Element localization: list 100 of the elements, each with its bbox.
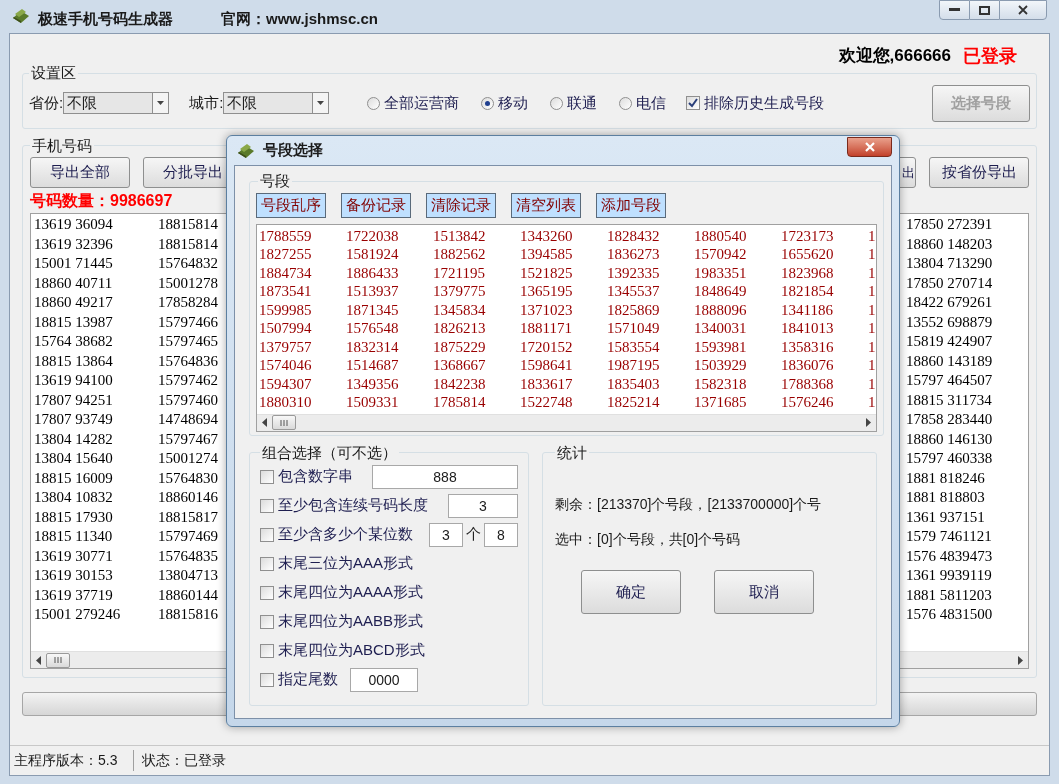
left-arrow-icon [262, 418, 267, 427]
segment-cell-text: 1368667 [433, 356, 487, 375]
stats-text: 剩余：[213370]个号段，[2133700000]个号 [555, 495, 823, 514]
close-button[interactable] [847, 136, 892, 157]
toolbar-button[interactable]: 清空列表 [511, 192, 581, 218]
input-field[interactable]: 3 [448, 493, 518, 518]
radio-button[interactable] [619, 96, 633, 110]
minimize-button[interactable] [939, 0, 970, 20]
segment-cell-text: 1507994 [259, 319, 313, 338]
phone-number: 18860144 [158, 585, 219, 605]
input-field[interactable]: 3 [429, 522, 463, 547]
welcome-text: 欢迎您,666666 [838, 45, 951, 68]
phone-number: 15797460 [158, 390, 219, 410]
phone-number: 1881 818803 [906, 488, 986, 507]
segment-cell-text: 1340031 [694, 319, 748, 338]
phone-number: 15764830 [158, 468, 219, 488]
group-title: 号段 [259, 171, 291, 191]
phone-number: 13804 10832 [34, 488, 114, 507]
close-icon [1018, 5, 1028, 15]
phone-number: 13619 32396 [34, 234, 114, 254]
dropdown[interactable]: 不限 [63, 92, 170, 114]
segment-cell-text: 1888096 [694, 300, 748, 319]
horizontal-scrollbar[interactable] [257, 413, 876, 431]
phone-number: 18815 11340 [34, 527, 114, 546]
toolbar-button[interactable]: 号段乱序 [256, 192, 326, 218]
phone-number: 18815 17930 [34, 507, 114, 527]
dialog-button[interactable]: 取消 [714, 570, 814, 614]
export-button[interactable]: 按省份导出 [929, 157, 1029, 188]
phone-number: 15797469 [158, 527, 219, 546]
radio-label: 电信 [636, 92, 667, 113]
right-arrow-icon [865, 418, 871, 427]
segment-cell-text: 1574046 [259, 356, 313, 375]
maximize-button[interactable] [970, 0, 999, 20]
phone-number: 18860 148203 [906, 234, 994, 254]
phone-number: 17807 93749 [34, 410, 114, 429]
checkbox[interactable] [260, 672, 274, 687]
checkbox[interactable] [260, 585, 274, 600]
caret-icon [317, 101, 325, 105]
option-label: 指定尾数 [278, 669, 338, 690]
minimize-icon [949, 8, 960, 12]
checkbox[interactable] [260, 556, 274, 571]
segment-cell-text: 1358316 [781, 337, 835, 356]
radio-label: 联通 [567, 92, 598, 113]
phone-number: 18860 143189 [906, 351, 994, 371]
segment-cell-text: 1788368 [781, 374, 835, 393]
segment-cell-text: 1349356 [346, 374, 400, 393]
checkbox[interactable] [260, 498, 274, 513]
segment-cell-text: 1828432 [607, 226, 661, 245]
scroll-thumb[interactable] [272, 415, 296, 430]
app-icon [12, 8, 30, 24]
segment-cell: 1 [868, 319, 876, 338]
phone-number: 1881 5811203 [906, 585, 993, 605]
checkbox[interactable] [686, 96, 701, 110]
checkbox[interactable] [260, 469, 274, 484]
phone-number: 17850 272391 [906, 215, 994, 234]
phone-number: 1361 9939119 [906, 566, 993, 585]
segment-cell-text: 1833617 [520, 374, 574, 393]
segment-cell-text: 1873541 [259, 282, 313, 301]
left-arrow-icon [36, 655, 41, 665]
segment-cell-text: 1582318 [694, 374, 748, 393]
segment-cell-text: 1341186 [781, 300, 834, 319]
segment-cell: 1 [868, 374, 876, 393]
close-button[interactable] [999, 0, 1047, 20]
input-field[interactable]: 0000 [350, 667, 418, 692]
radio-button[interactable] [367, 96, 381, 110]
dropdown[interactable]: 不限 [223, 92, 330, 114]
toolbar-button[interactable]: 备份记录 [341, 192, 411, 218]
radio-button[interactable] [481, 96, 495, 110]
segment-cell-text: 1345537 [607, 282, 661, 301]
phone-number: 15797465 [158, 332, 219, 351]
phone-number: 18815 13987 [34, 312, 114, 332]
phone-number: 15819 424907 [906, 332, 994, 351]
phone-number: 18860 40711 [34, 273, 114, 293]
phone-number: 15764836 [158, 351, 219, 371]
segment-cell-text: 1371685 [694, 393, 748, 412]
phone-number: 15797 464507 [906, 371, 994, 390]
radio-button[interactable] [550, 96, 564, 110]
input-field[interactable]: 8 [484, 522, 518, 547]
toolbar-button[interactable]: 添加号段 [596, 192, 666, 218]
dialog-button[interactable]: 确定 [581, 570, 681, 614]
segment-cell-text: 1722038 [346, 226, 400, 245]
checkbox[interactable] [260, 614, 274, 629]
scroll-thumb[interactable] [46, 652, 70, 668]
segment-cell: 1 [868, 356, 876, 375]
segment-cell-text: 1509331 [346, 393, 400, 412]
phone-number: 15764832 [158, 254, 219, 273]
toolbar-button[interactable]: 清除记录 [426, 192, 496, 218]
login-status: 已登录 [963, 44, 1017, 68]
close-icon [864, 141, 875, 152]
phone-number: 13804713 [158, 566, 219, 585]
segment-cell-text: 1513937 [346, 282, 400, 301]
checkbox[interactable] [260, 643, 274, 658]
segment-cell-text: 1880540 [694, 226, 748, 245]
export-button[interactable]: 导出全部 [30, 157, 130, 188]
input-field[interactable]: 888 [372, 464, 518, 489]
segment-cell: 1 [868, 282, 876, 301]
segment-cell-text: 1365195 [520, 282, 574, 301]
phone-number: 15764835 [158, 546, 219, 566]
radio-label: 全部运营商 [384, 92, 460, 113]
checkbox[interactable] [260, 527, 274, 542]
